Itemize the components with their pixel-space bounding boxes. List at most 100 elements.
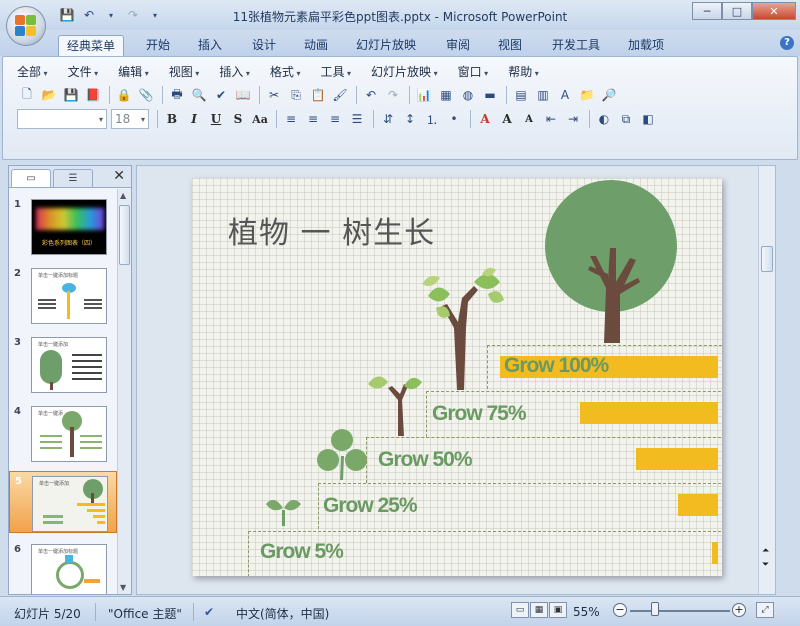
text-direction-icon[interactable]: ⇵ xyxy=(378,109,398,129)
quick-styles-icon[interactable]: ◧ xyxy=(638,109,658,129)
print-preview-icon[interactable]: 🔍 xyxy=(189,85,209,105)
help-icon[interactable]: ? xyxy=(780,36,794,50)
minimize-button[interactable]: ─ xyxy=(692,2,722,20)
zoom-level[interactable]: 55% xyxy=(573,605,600,619)
tab-insert[interactable]: 插入 xyxy=(190,35,230,56)
tab-home[interactable]: 开始 xyxy=(138,35,178,56)
spell-check-icon[interactable]: ✔ xyxy=(211,85,231,105)
shadow-text-icon[interactable]: S xyxy=(228,109,248,129)
insert-shape-icon[interactable]: ▬ xyxy=(480,85,500,105)
language-status[interactable]: 中文(简体，中国) xyxy=(236,605,329,622)
permission-icon[interactable]: 🔒 xyxy=(114,85,134,105)
cut-icon[interactable]: ✂ xyxy=(264,85,284,105)
tab-review[interactable]: 审阅 xyxy=(438,35,478,56)
menu-help[interactable]: 帮助 xyxy=(508,63,539,80)
slide-thumbnail-2[interactable]: 2 单击一键添加标题 xyxy=(9,264,117,326)
textbox-icon[interactable]: A xyxy=(555,85,575,105)
align-right-icon[interactable]: ≡ xyxy=(325,109,345,129)
thumbnail-scrollbar[interactable]: ▲ ▼ xyxy=(117,189,131,594)
open-folder-icon[interactable]: 📁 xyxy=(577,85,597,105)
align-left-icon[interactable]: ≡ xyxy=(281,109,301,129)
menu-format[interactable]: 格式 xyxy=(270,63,301,80)
save-as-pdf-icon[interactable]: 📕 xyxy=(83,85,103,105)
close-pane-icon[interactable]: ✕ xyxy=(113,168,125,184)
zoom-search-icon[interactable]: 🔎 xyxy=(599,85,619,105)
italic-icon[interactable]: I xyxy=(184,109,204,129)
copy-icon[interactable]: ⎘ xyxy=(286,85,306,105)
underline-icon[interactable]: U xyxy=(206,109,226,129)
tab-outline-icon[interactable]: ☰ xyxy=(53,169,93,187)
format-painter-icon[interactable]: 🖌 xyxy=(330,85,350,105)
slide-sorter-icon[interactable]: ▦ xyxy=(530,602,548,618)
decrease-indent-icon[interactable]: ⇤ xyxy=(541,109,561,129)
menu-slideshow[interactable]: 幻灯片放映 xyxy=(371,63,438,80)
insert-chart-icon[interactable]: 📊 xyxy=(414,85,434,105)
spell-check-status-icon[interactable]: ✔ xyxy=(204,605,214,619)
close-button[interactable]: ✕ xyxy=(752,2,796,20)
slide-thumbnail-6[interactable]: 6 单击一键添加标题 xyxy=(9,540,117,594)
attach-icon[interactable]: 📎 xyxy=(136,85,156,105)
grow-label-100[interactable]: Grow 100% xyxy=(504,354,609,378)
slide-canvas[interactable]: 植物 一 树生长 Grow 100% Grow 75% Grow 50% Gro… xyxy=(192,178,722,576)
arrange-icon[interactable]: ⧉ xyxy=(616,109,636,129)
theme-name[interactable]: "Office 主题" xyxy=(108,605,182,622)
grow-label-5[interactable]: Grow 5% xyxy=(260,540,344,564)
open-folder-icon[interactable]: 📂 xyxy=(39,85,59,105)
tab-addins[interactable]: 加载项 xyxy=(620,35,672,56)
menu-all[interactable]: 全部 xyxy=(17,63,48,80)
grow-label-75[interactable]: Grow 75% xyxy=(432,402,527,426)
tab-slides-icon[interactable]: ▭ xyxy=(11,169,51,187)
previous-slide-icon[interactable]: ⏶ xyxy=(762,546,769,556)
office-button[interactable] xyxy=(6,6,46,46)
tab-classic-menu[interactable]: 经典菜单 xyxy=(58,35,125,56)
insert-clipart-icon[interactable]: ◍ xyxy=(458,85,478,105)
menu-window[interactable]: 窗口 xyxy=(458,63,489,80)
align-center-icon[interactable]: ≡ xyxy=(303,109,323,129)
bullets-icon[interactable]: • xyxy=(444,109,464,129)
shrink-font-icon[interactable]: A xyxy=(519,109,539,129)
tab-animations[interactable]: 动画 xyxy=(296,35,336,56)
font-size-combo[interactable]: 18 ▾ xyxy=(111,109,149,129)
slide-thumbnail-4[interactable]: 4 单击一键添 xyxy=(9,402,117,464)
menu-file[interactable]: 文件 xyxy=(68,63,99,80)
zoom-slider-handle[interactable] xyxy=(651,602,659,616)
next-slide-icon[interactable]: ⏷ xyxy=(762,560,769,570)
save-icon[interactable]: 💾 xyxy=(61,85,81,105)
tab-slideshow[interactable]: 幻灯片放映 xyxy=(348,35,424,56)
font-name-combo[interactable]: ▾ xyxy=(17,109,107,129)
zoom-in-icon[interactable]: + xyxy=(732,603,746,617)
print-icon[interactable]: 🖶 xyxy=(167,85,187,105)
numbering-icon[interactable]: ⒈ xyxy=(422,109,442,129)
tab-view[interactable]: 视图 xyxy=(490,35,530,56)
slide-thumbnail-3[interactable]: 3 单击一键添加 xyxy=(9,333,117,395)
maximize-button[interactable]: □ xyxy=(722,2,752,20)
shape-fill-icon[interactable]: ◐ xyxy=(594,109,614,129)
font-color-icon[interactable]: A xyxy=(475,109,495,129)
zoom-slider[interactable] xyxy=(630,610,730,612)
grow-font-icon[interactable]: A xyxy=(497,109,517,129)
new-slide-icon[interactable]: ▤ xyxy=(511,85,531,105)
progress-bar-50[interactable] xyxy=(636,448,718,470)
insert-table-icon[interactable]: ▦ xyxy=(436,85,456,105)
tab-design[interactable]: 设计 xyxy=(244,35,284,56)
bold-icon[interactable]: B xyxy=(162,109,182,129)
research-icon[interactable]: 📖 xyxy=(233,85,253,105)
scrollbar-thumb[interactable] xyxy=(119,205,130,265)
new-document-icon[interactable]: 🗋 xyxy=(17,85,37,105)
redo-icon[interactable]: ↷ xyxy=(383,85,403,105)
progress-bar-75[interactable] xyxy=(580,402,718,424)
slide-thumbnail-5[interactable]: 5 单击一键添加 xyxy=(9,471,117,533)
menu-tools[interactable]: 工具 xyxy=(320,63,351,80)
fit-to-window-icon[interactable]: ⤢ xyxy=(756,602,774,618)
menu-insert[interactable]: 插入 xyxy=(219,63,250,80)
normal-view-icon[interactable]: ▭ xyxy=(511,602,529,618)
zoom-out-icon[interactable]: − xyxy=(613,603,627,617)
increase-indent-icon[interactable]: ⇥ xyxy=(563,109,583,129)
change-case-icon[interactable]: Aa xyxy=(250,109,270,129)
progress-bar-25[interactable] xyxy=(678,494,718,516)
slide-thumbnail-1[interactable]: 1 彩色系列图表（四） xyxy=(9,195,117,257)
justify-icon[interactable]: ☰ xyxy=(347,109,367,129)
menu-view[interactable]: 视图 xyxy=(169,63,200,80)
grow-label-50[interactable]: Grow 50% xyxy=(378,448,473,472)
layout-icon[interactable]: ▥ xyxy=(533,85,553,105)
